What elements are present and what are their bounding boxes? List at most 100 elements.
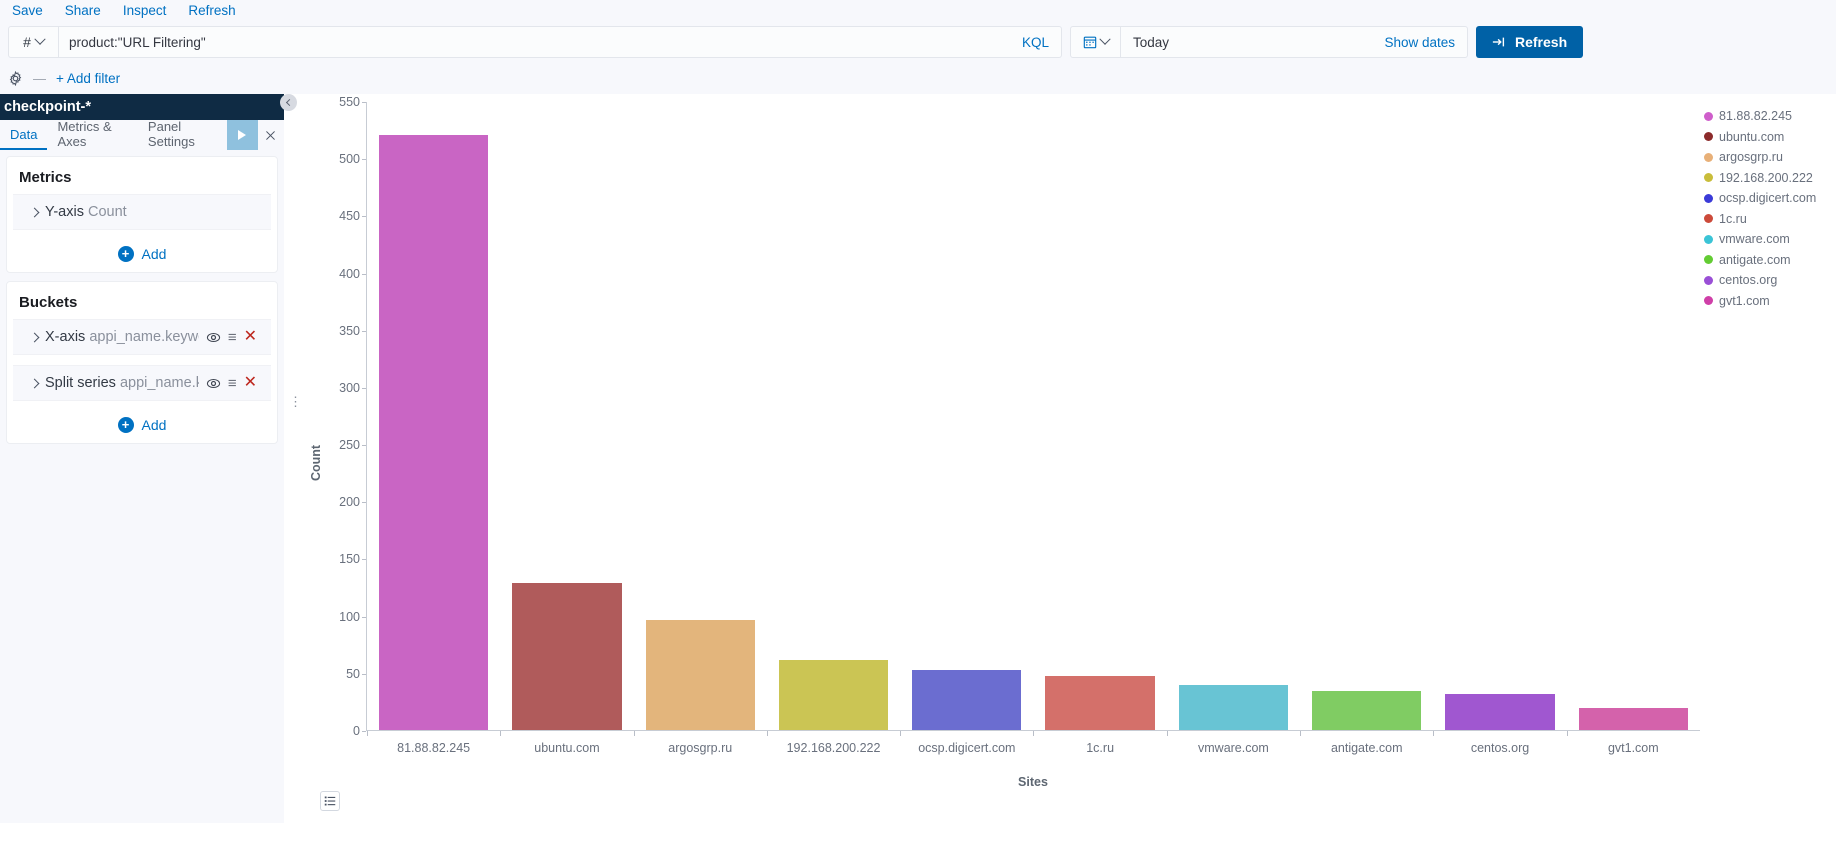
buckets-card: Buckets X-axis appi_name.keyword: ... ≡ … — [6, 281, 278, 444]
bar-slot — [1300, 102, 1433, 731]
remove-icon[interactable]: ✕ — [244, 375, 263, 391]
legend-item[interactable]: ubuntu.com — [1704, 127, 1836, 148]
y-axis-ticks: 0 50 100 150 200 250 300 350 400 450 500 550 — [326, 95, 366, 823]
legend-color-dot — [1704, 275, 1713, 285]
bucket-row-x-axis[interactable]: X-axis appi_name.keyword: ... ≡ ✕ — [13, 319, 271, 355]
x-axis-tick-label: ocsp.digicert.com — [918, 741, 1016, 755]
bar[interactable] — [1178, 685, 1289, 731]
bar[interactable] — [1312, 690, 1422, 731]
legend-item[interactable]: 192.168.200.222 — [1704, 168, 1836, 189]
filter-separator: — — [33, 70, 46, 86]
legend-color-dot — [1704, 173, 1713, 183]
chevron-right-icon — [29, 207, 40, 217]
drag-handle-icon[interactable]: ≡ — [228, 330, 237, 345]
add-metric-button[interactable]: + Add — [7, 240, 277, 266]
legend-item[interactable]: antigate.com — [1704, 250, 1836, 271]
x-axis-tick: ubuntu.com — [500, 731, 633, 761]
bar-slot — [634, 102, 767, 731]
close-editor-button[interactable] — [258, 120, 284, 150]
y-axis-tick-label: 100 — [339, 609, 366, 624]
query-language-button[interactable]: KQL — [1010, 35, 1061, 50]
y-axis-tick-label: 500 — [339, 152, 366, 167]
calendar-icon — [1083, 36, 1096, 49]
tab-metrics-and-axes[interactable]: Metrics & Axes — [47, 119, 137, 150]
legend-item[interactable]: 81.88.82.245 — [1704, 106, 1836, 127]
metric-row-y-axis[interactable]: Y-axis Count — [13, 194, 271, 230]
bar[interactable] — [1445, 694, 1555, 731]
date-quick-select-button[interactable] — [1071, 27, 1121, 57]
bucket-row-value: appi_name.keyw... — [119, 375, 199, 391]
legend-color-dot — [1704, 255, 1713, 265]
visualization-editor-panel: checkpoint-* Data Metrics & Axes Panel S… — [0, 94, 284, 823]
bar[interactable] — [379, 135, 489, 731]
collapse-left-icon — [285, 98, 294, 107]
search-input[interactable] — [59, 27, 1010, 57]
legend-item[interactable]: gvt1.com — [1704, 291, 1836, 312]
metrics-title: Metrics — [19, 169, 72, 186]
menu-item-save[interactable]: Save — [12, 0, 43, 22]
add-bucket-button[interactable]: + Add — [7, 411, 277, 437]
legend-item-label: centos.org — [1719, 273, 1778, 288]
eye-icon[interactable] — [206, 330, 221, 345]
tab-panel-settings[interactable]: Panel Settings — [138, 119, 227, 150]
visualization-chart-area: Count 0 50 100 150 200 250 300 350 400 450 500 550 … — [304, 94, 1836, 823]
eye-icon[interactable] — [206, 376, 221, 391]
bucket-row-value: appi_name.keyword: ... — [89, 329, 199, 345]
x-axis-tick-label: centos.org — [1470, 741, 1530, 755]
bar[interactable] — [778, 660, 889, 731]
x-axis-tick: centos.org — [1433, 731, 1566, 761]
bar[interactable] — [512, 583, 622, 731]
bar[interactable] — [645, 620, 755, 731]
x-axis-tick-label: vmware.com — [1198, 741, 1269, 755]
x-axis-tick: 192.168.200.222 — [766, 731, 900, 761]
y-axis-tick-label: 50 — [346, 666, 366, 681]
drag-handle-icon[interactable]: ≡ — [228, 376, 237, 391]
legend-item[interactable]: vmware.com — [1704, 229, 1836, 250]
gear-icon[interactable] — [8, 70, 23, 86]
chevron-down-icon — [34, 33, 46, 45]
bucket-row-split-series[interactable]: Split series appi_name.keyw... ≡ ✕ — [13, 365, 271, 401]
legend-item[interactable]: centos.org — [1704, 270, 1836, 291]
apply-changes-button[interactable] — [226, 120, 258, 150]
bar[interactable] — [1578, 708, 1688, 731]
search-bar: # KQL — [8, 26, 1062, 58]
resize-grip-icon[interactable]: ⋮ — [289, 395, 302, 408]
legend-item-label: antigate.com — [1719, 252, 1791, 267]
x-axis-tick-label: 81.88.82.245 — [397, 741, 471, 755]
filter-bar: — + Add filter — [0, 62, 1836, 94]
add-metric-label: Add — [141, 246, 167, 262]
legend-item-label: 81.88.82.245 — [1719, 109, 1792, 124]
legend-item[interactable]: 1c.ru — [1704, 209, 1836, 230]
bar[interactable] — [1045, 676, 1155, 731]
close-icon — [266, 130, 276, 140]
menu-item-share[interactable]: Share — [65, 0, 101, 22]
tab-data[interactable]: Data — [0, 120, 48, 150]
y-axis-title: Count — [309, 444, 324, 481]
y-axis-tick-label: 200 — [339, 495, 366, 510]
inspect-data-toggle-button[interactable] — [320, 791, 340, 811]
menu-item-refresh[interactable]: Refresh — [188, 0, 235, 22]
show-dates-button[interactable]: Show dates — [1384, 35, 1467, 50]
top-menu-bar: Save Share Inspect Refresh — [0, 0, 1836, 22]
legend-item[interactable]: ocsp.digicert.com — [1704, 188, 1836, 209]
y-axis-tick-label: 400 — [339, 266, 366, 281]
x-axis-tick: 81.88.82.245 — [367, 731, 500, 761]
remove-icon[interactable]: ✕ — [244, 329, 263, 345]
x-axis-title: Sites — [1018, 775, 1048, 789]
index-pattern-selector[interactable]: # — [9, 27, 59, 57]
x-axis-tick: vmware.com — [1166, 731, 1300, 761]
bar[interactable] — [912, 670, 1022, 731]
hash-icon: # — [23, 34, 31, 50]
refresh-button[interactable]: Refresh — [1476, 26, 1584, 58]
collapse-panel-button[interactable] — [280, 94, 297, 111]
bucket-row-label: Split series appi_name.keyw... — [45, 375, 199, 391]
date-range-value[interactable]: Today — [1121, 35, 1384, 50]
legend-item[interactable]: argosgrp.ru — [1704, 147, 1836, 168]
menu-item-inspect[interactable]: Inspect — [123, 0, 167, 22]
bucket-row-prefix: Split series — [45, 375, 116, 391]
x-axis-tick-label: antigate.com — [1330, 741, 1403, 755]
plot-wrapper: Count 0 50 100 150 200 250 300 350 400 450 500 550 … — [304, 95, 1700, 823]
add-filter-button[interactable]: + Add filter — [56, 71, 120, 86]
y-axis-tick-label: 350 — [339, 323, 366, 338]
editor-scroll-region: Metrics Y-axis Count + Add Buckets X-axi… — [0, 150, 284, 452]
